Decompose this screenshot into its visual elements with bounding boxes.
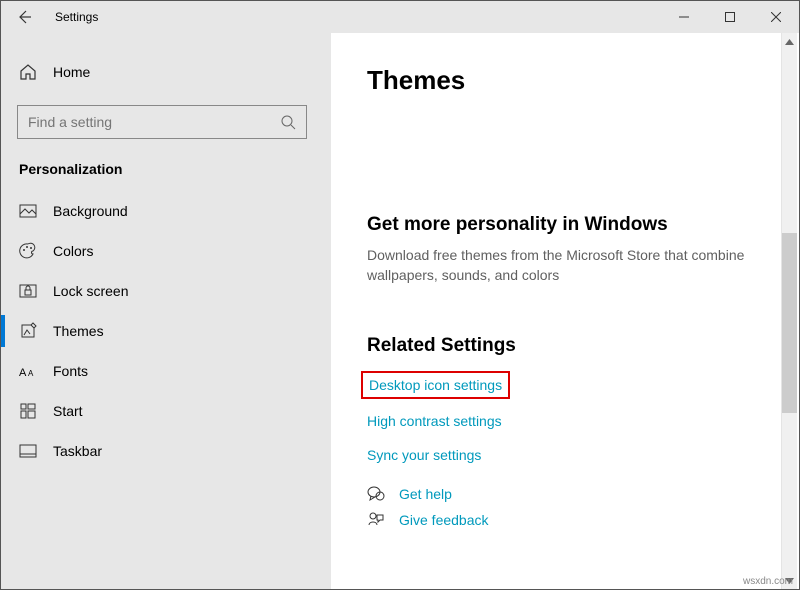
arrow-left-icon bbox=[16, 9, 32, 25]
page-title: Themes bbox=[367, 65, 799, 96]
close-button[interactable] bbox=[753, 1, 799, 33]
minimize-icon bbox=[679, 12, 689, 22]
window-title: Settings bbox=[47, 10, 661, 24]
palette-icon bbox=[19, 242, 37, 260]
sidebar-item-label: Lock screen bbox=[53, 283, 128, 299]
maximize-icon bbox=[725, 12, 735, 22]
close-icon bbox=[771, 12, 781, 22]
sidebar-item-colors[interactable]: Colors bbox=[1, 231, 331, 271]
search-box[interactable] bbox=[17, 105, 307, 139]
sidebar-item-themes[interactable]: Themes bbox=[1, 311, 331, 351]
fonts-icon: AA bbox=[19, 362, 37, 380]
taskbar-icon bbox=[19, 442, 37, 460]
sidebar-item-fonts[interactable]: AA Fonts bbox=[1, 351, 331, 391]
lock-screen-icon bbox=[19, 282, 37, 300]
scroll-up-button[interactable] bbox=[782, 33, 797, 50]
back-button[interactable] bbox=[1, 1, 47, 33]
related-settings-heading: Related Settings bbox=[367, 335, 799, 357]
feedback-icon bbox=[367, 511, 385, 529]
picture-icon bbox=[19, 202, 37, 220]
personality-body: Download free themes from the Microsoft … bbox=[367, 246, 799, 285]
give-feedback-link[interactable]: Give feedback bbox=[399, 512, 489, 528]
search-icon bbox=[281, 115, 296, 130]
search-input[interactable] bbox=[28, 114, 242, 130]
home-label: Home bbox=[53, 64, 90, 80]
content-area: Themes Get more personality in Windows D… bbox=[331, 33, 799, 589]
vertical-scrollbar[interactable] bbox=[781, 33, 797, 589]
sidebar-item-label: Start bbox=[53, 403, 83, 419]
personality-heading: Get more personality in Windows bbox=[367, 214, 799, 236]
feedback-row: Give feedback bbox=[367, 511, 799, 529]
sidebar: Home Personalization Background Colors L… bbox=[1, 33, 331, 589]
sidebar-item-label: Colors bbox=[53, 243, 93, 259]
home-icon bbox=[19, 63, 37, 81]
sidebar-item-label: Themes bbox=[53, 323, 104, 339]
get-help-link[interactable]: Get help bbox=[399, 486, 452, 502]
start-icon bbox=[19, 402, 37, 420]
sidebar-item-label: Taskbar bbox=[53, 443, 102, 459]
sidebar-item-background[interactable]: Background bbox=[1, 191, 331, 231]
home-button[interactable]: Home bbox=[1, 53, 331, 91]
sidebar-item-taskbar[interactable]: Taskbar bbox=[1, 431, 331, 471]
scrollbar-thumb[interactable] bbox=[782, 233, 797, 413]
sidebar-item-label: Background bbox=[53, 203, 128, 219]
maximize-button[interactable] bbox=[707, 1, 753, 33]
svg-text:A: A bbox=[28, 369, 34, 378]
chevron-up-icon bbox=[785, 39, 794, 45]
themes-icon bbox=[19, 322, 37, 340]
sidebar-item-label: Fonts bbox=[53, 363, 88, 379]
high-contrast-settings-link[interactable]: High contrast settings bbox=[367, 413, 799, 429]
watermark: wsxdn.com bbox=[743, 576, 793, 587]
sidebar-item-start[interactable]: Start bbox=[1, 391, 331, 431]
minimize-button[interactable] bbox=[661, 1, 707, 33]
chat-help-icon bbox=[367, 485, 385, 503]
svg-text:A: A bbox=[19, 367, 27, 378]
get-help-row: Get help bbox=[367, 485, 799, 503]
sidebar-item-lock-screen[interactable]: Lock screen bbox=[1, 271, 331, 311]
title-bar: Settings bbox=[1, 1, 799, 33]
category-label: Personalization bbox=[1, 153, 331, 191]
desktop-icon-settings-link[interactable]: Desktop icon settings bbox=[361, 371, 510, 399]
sync-settings-link[interactable]: Sync your settings bbox=[367, 447, 799, 463]
